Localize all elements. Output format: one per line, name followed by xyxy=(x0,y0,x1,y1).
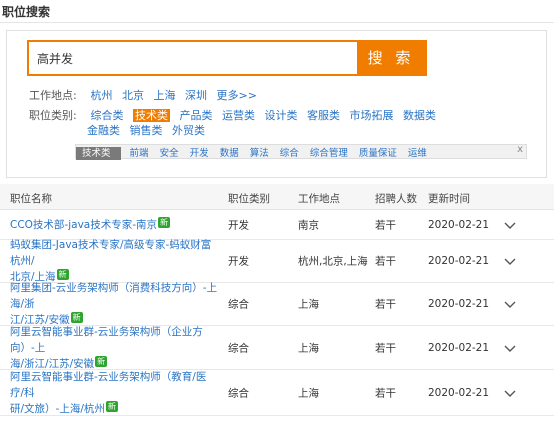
job-date: 2020-02-21 xyxy=(428,386,490,399)
category-option-finance[interactable]: 金融类 xyxy=(87,124,120,137)
category-option-product[interactable]: 产品类 xyxy=(180,109,213,122)
category-filter: 职位类别: 综合类 技术类 产品类 运营类 设计类 客服类 市场拓展 数据类 xyxy=(29,107,442,123)
chevron-down-icon[interactable] xyxy=(503,386,517,400)
job-category: 综合 xyxy=(228,342,249,354)
column-header-title: 职位名称 xyxy=(10,193,52,205)
new-badge: 新 xyxy=(105,400,118,412)
subcategory-algorithm[interactable]: 算法 xyxy=(250,148,269,159)
job-date: 2020-02-21 xyxy=(428,341,490,354)
new-badge: 新 xyxy=(56,269,69,280)
chevron-down-icon[interactable] xyxy=(503,254,517,268)
subcategory-security[interactable]: 安全 xyxy=(160,148,179,159)
subcategory-ops[interactable]: 运维 xyxy=(408,148,427,159)
category-filter-row2: 金融类 销售类 外贸类 xyxy=(87,122,211,138)
job-location: 南京 xyxy=(298,219,319,231)
job-location: 杭州,北京,上海 xyxy=(298,255,368,268)
search-input[interactable] xyxy=(29,42,359,74)
job-date: 2020-02-21 xyxy=(428,255,490,267)
category-option-tech[interactable]: 技术类 xyxy=(133,109,170,122)
subcategory-development[interactable]: 开发 xyxy=(190,148,209,159)
column-header-date: 更新时间 xyxy=(428,193,470,205)
job-location: 上海 xyxy=(298,298,319,311)
job-date: 2020-02-21 xyxy=(428,298,490,310)
new-badge: 新 xyxy=(158,216,171,228)
new-badge: 新 xyxy=(70,312,83,323)
location-option-beijing[interactable]: 北京 xyxy=(122,89,144,102)
column-header-category: 职位类别 xyxy=(228,193,270,205)
location-option-hangzhou[interactable]: 杭州 xyxy=(91,89,113,102)
category-option-data[interactable]: 数据类 xyxy=(403,109,436,122)
subcategory-quality-assurance[interactable]: 质量保证 xyxy=(359,148,397,159)
job-title-link[interactable]: 阿里集团-云业务架构师（消费科技方向）-上海/浙 江/江苏/安徽新 xyxy=(10,280,218,328)
location-more-link[interactable]: 更多>> xyxy=(217,89,257,102)
location-option-shenzhen[interactable]: 深圳 xyxy=(185,89,207,102)
chevron-down-icon[interactable] xyxy=(503,297,517,311)
chevron-down-icon[interactable] xyxy=(503,218,517,232)
table-row: 阿里云智能事业群-云业务架构师（企业方向）-上 海/浙江/江苏/安徽新 综合 上海… xyxy=(0,326,554,370)
search-panel: 搜 索 工作地点: 杭州 北京 上海 深圳 更多>> 职位类别: 综合类 技术类… xyxy=(6,30,547,178)
page-title: 职位搜索 xyxy=(2,5,51,19)
subcategory-data[interactable]: 数据 xyxy=(220,148,239,159)
subcategory-general-management[interactable]: 综合管理 xyxy=(310,148,348,159)
job-count: 若干 xyxy=(375,255,396,268)
search-button[interactable]: 搜 索 xyxy=(357,42,425,74)
job-location: 上海 xyxy=(298,387,319,399)
job-location: 上海 xyxy=(298,342,319,354)
job-count: 若干 xyxy=(375,219,396,231)
subcategory-label: 技术类 xyxy=(76,147,121,160)
results-table-header: 职位名称 职位类别 工作地点 招聘人数 更新时间 xyxy=(0,184,554,210)
job-category: 综合 xyxy=(228,298,249,311)
table-row: 阿里集团-云业务架构师（消费科技方向）-上海/浙 江/江苏/安徽新 综合 上海 若… xyxy=(0,280,554,328)
category-option-trade[interactable]: 外贸类 xyxy=(172,124,205,137)
job-title-link[interactable]: 阿里云智能事业群-云业务架构师（教育/医疗/科 研/文旅）-上海/杭州新 xyxy=(10,369,218,417)
close-icon[interactable]: x xyxy=(517,144,523,155)
subcategory-frontend[interactable]: 前端 xyxy=(130,148,149,159)
category-option-market[interactable]: 市场拓展 xyxy=(350,109,394,122)
location-option-shanghai[interactable]: 上海 xyxy=(154,89,176,102)
table-row: 阿里云智能事业群-云业务架构师（教育/医疗/科 研/文旅）-上海/杭州新 综合 上… xyxy=(0,370,554,416)
job-title-link[interactable]: CCO技术部-java技术专家-南京新 xyxy=(10,216,218,233)
chevron-down-icon[interactable] xyxy=(503,341,517,355)
job-count: 若干 xyxy=(375,298,396,311)
category-option-design[interactable]: 设计类 xyxy=(265,109,298,122)
table-row: CCO技术部-java技术专家-南京新 开发 南京 若干 2020-02-21 xyxy=(0,210,554,240)
location-filter-label: 工作地点: xyxy=(29,89,77,102)
job-title-link[interactable]: 阿里云智能事业群-云业务架构师（企业方向）-上 海/浙江/江苏/安徽新 xyxy=(10,324,218,372)
category-option-general[interactable]: 综合类 xyxy=(91,109,124,122)
subcategory-general[interactable]: 综合 xyxy=(280,148,299,159)
category-option-sales[interactable]: 销售类 xyxy=(130,124,163,137)
new-badge: 新 xyxy=(95,355,108,367)
job-count: 若干 xyxy=(375,342,396,354)
search-box: 搜 索 xyxy=(27,40,427,76)
job-date: 2020-02-21 xyxy=(428,218,490,231)
subcategory-bar: 技术类 前端 安全 开发 数据 算法 综合 综合管理 质量保证 运维 x xyxy=(75,144,527,160)
category-option-support[interactable]: 客服类 xyxy=(307,109,340,122)
table-row: 蚂蚁集团-Java技术专家/高级专家-蚂蚁财富 杭州/北京/上海新 开发 杭州,… xyxy=(0,237,554,285)
location-filter: 工作地点: 杭州 北京 上海 深圳 更多>> xyxy=(29,87,263,103)
job-count: 若干 xyxy=(375,387,396,399)
job-category: 开发 xyxy=(228,255,249,268)
category-filter-label: 职位类别: xyxy=(29,109,77,122)
job-category: 综合 xyxy=(228,387,249,399)
column-header-count: 招聘人数 xyxy=(375,193,417,205)
job-title-link[interactable]: 蚂蚁集团-Java技术专家/高级专家-蚂蚁财富 杭州/北京/上海新 xyxy=(10,237,218,285)
column-header-location: 工作地点 xyxy=(298,193,340,205)
title-divider xyxy=(0,22,554,23)
category-option-operations[interactable]: 运营类 xyxy=(222,109,255,122)
job-category: 开发 xyxy=(228,219,249,231)
